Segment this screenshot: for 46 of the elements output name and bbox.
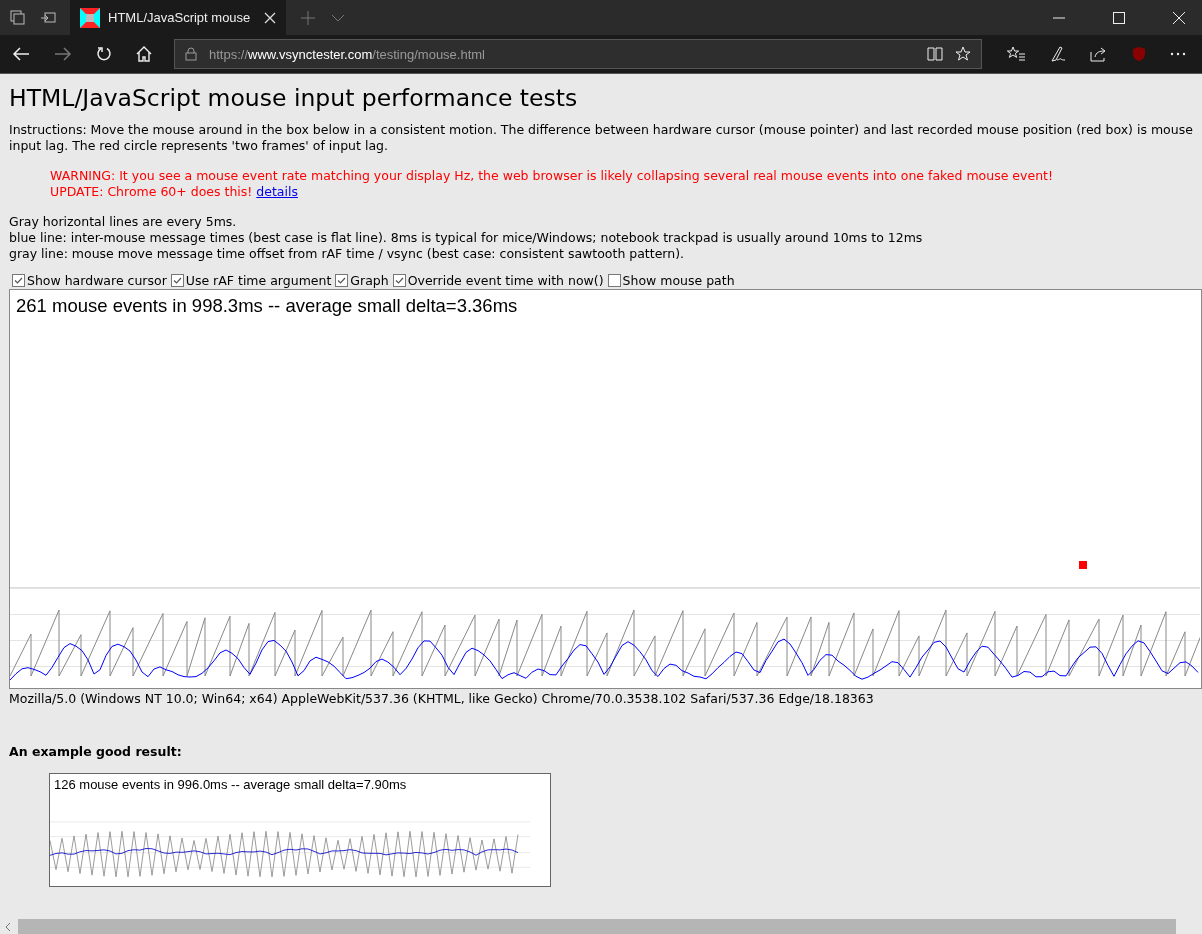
checkbox-label: Show hardware cursor — [27, 273, 167, 288]
instructions-text: Instructions: Move the mouse around in the box below in a consistent motion. The difference between hardware cursor (mouse pointer) and last recorded mouse position (red box) is mouse input lag. The red circle represents 'two frames' of input lag. — [9, 122, 1193, 154]
favorites-list-icon[interactable] — [1006, 46, 1026, 62]
checkbox[interactable] — [170, 274, 184, 287]
address-bar[interactable]: https://www.vsynctester.com/testing/mouse.html — [174, 39, 982, 69]
test-summary: 261 mouse events in 998.3ms -- average small delta=3.36ms — [16, 295, 519, 317]
checkbox-label: Show mouse path — [622, 273, 735, 288]
user-agent-text: Mozilla/5.0 (Windows NT 10.0; Win64; x64) AppleWebKit/537.36 (KHTML, like Gecko) Chrome/70.0.3538.102 Safari/537.36 Edge/18.18363 — [9, 691, 875, 706]
back-arrow-icon[interactable] — [12, 46, 30, 62]
checkbox[interactable] — [12, 274, 25, 287]
url-text: https://www.vsynctester.com/testing/mouse.html — [209, 46, 485, 62]
tab-title: HTML/JavaScript mouse — [108, 10, 251, 25]
maximize-icon[interactable] — [1113, 11, 1125, 24]
checkbox-label: Override event time with now() — [407, 273, 604, 288]
note-line: gray line: mouse move message time offset from rAF time / vsync (best case: consistent sawtooth pattern). — [9, 246, 686, 262]
example-summary: 126 mouse events in 996.0ms -- average small delta=7.90ms — [54, 777, 408, 792]
pen-icon[interactable] — [1050, 46, 1066, 62]
refresh-icon[interactable] — [96, 46, 112, 62]
test-area[interactable]: 261 mouse events in 998.3ms -- average small delta=3.36ms — [9, 289, 1202, 689]
example-heading: An example good result: — [9, 744, 183, 759]
warning-text: WARNING: It you see a mouse event rate matching your display Hz, the web browser is likely collapsing several real mouse events into one faked mouse event! — [50, 168, 1054, 184]
home-icon[interactable] — [136, 46, 152, 62]
cursor-position-marker — [1079, 561, 1087, 569]
checkbox[interactable] — [392, 274, 406, 287]
lock-icon — [185, 47, 197, 61]
forward-arrow-icon[interactable] — [54, 46, 72, 62]
checkbox-label: Graph — [350, 273, 389, 288]
update-text: UPDATE: Chrome 60+ does this! — [50, 184, 253, 199]
favicon-icon — [80, 7, 100, 28]
restore-tabs-icon[interactable] — [40, 9, 56, 26]
star-icon[interactable] — [955, 46, 971, 62]
close-window-icon[interactable] — [1173, 11, 1185, 24]
checkbox[interactable] — [607, 274, 621, 287]
page-title: HTML/JavaScript mouse input performance tests — [9, 84, 579, 112]
browser-tab[interactable]: HTML/JavaScript mouse — [70, 0, 287, 35]
scroll-left-icon[interactable] — [4, 921, 12, 932]
tabs-aside-icon[interactable] — [10, 9, 26, 26]
note-line: blue line: inter-mouse message times (best case is flat line). 8ms is typical for mice/Windows; notebook trackpad is usually around 10ms to 12ms — [9, 230, 924, 246]
more-icon[interactable] — [1170, 52, 1186, 56]
reading-view-icon[interactable] — [927, 47, 943, 61]
details-link[interactable]: details — [256, 184, 298, 199]
checkbox-label: Use rAF time argument — [185, 273, 332, 288]
close-icon[interactable] — [264, 11, 277, 24]
checkbox[interactable] — [335, 274, 349, 287]
share-icon[interactable] — [1090, 46, 1108, 62]
note-line: Gray horizontal lines are every 5ms. — [9, 214, 238, 230]
